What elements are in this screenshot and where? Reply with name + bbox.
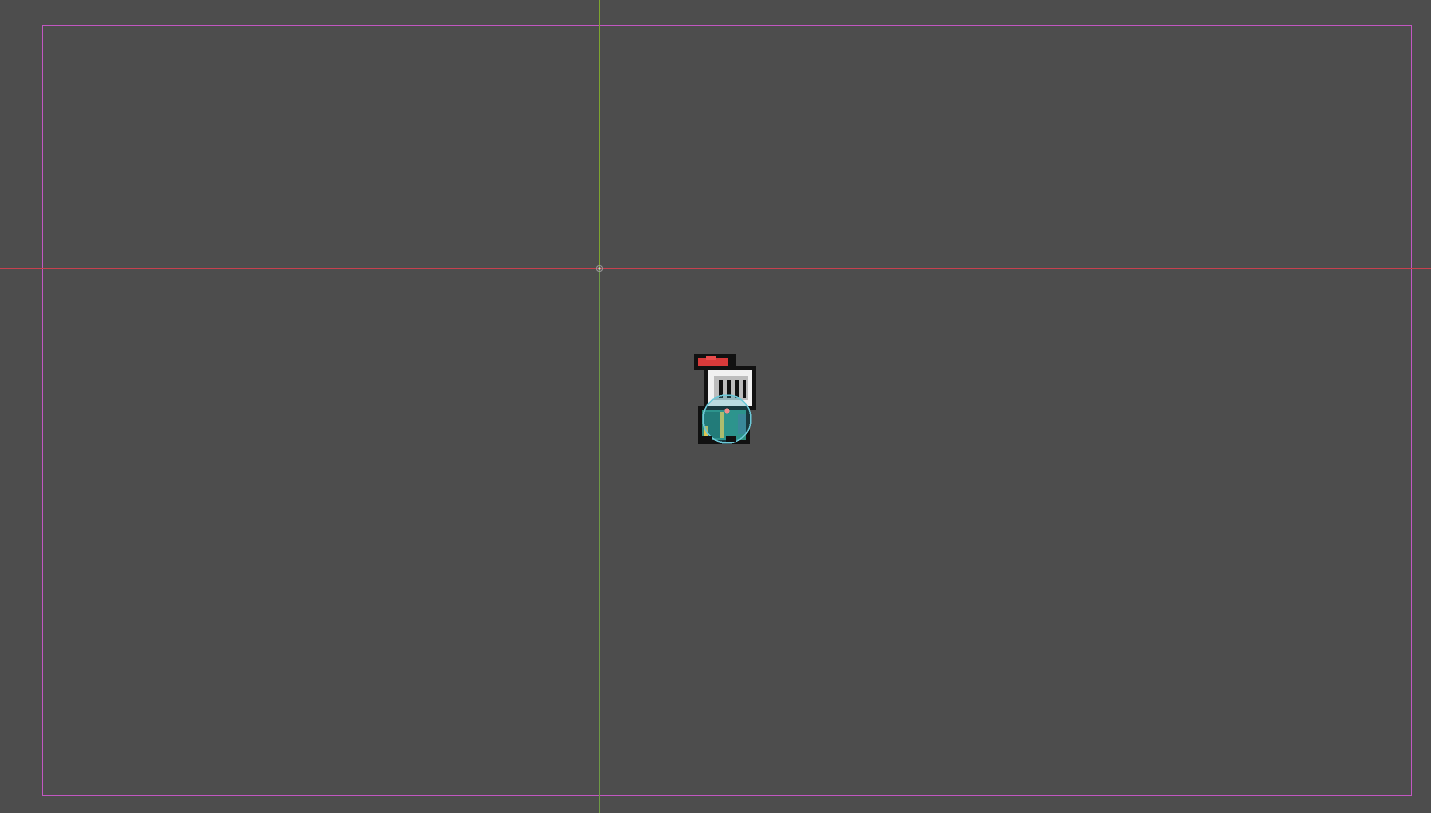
y-axis-line [599,0,600,813]
crosshair-icon [596,265,603,272]
x-axis-line [0,268,1431,269]
scene-viewport[interactable] [0,0,1431,813]
circle-collision-shape [702,394,752,444]
selection-handle-icon[interactable] [724,408,730,414]
knight-icon[interactable] [692,352,758,452]
